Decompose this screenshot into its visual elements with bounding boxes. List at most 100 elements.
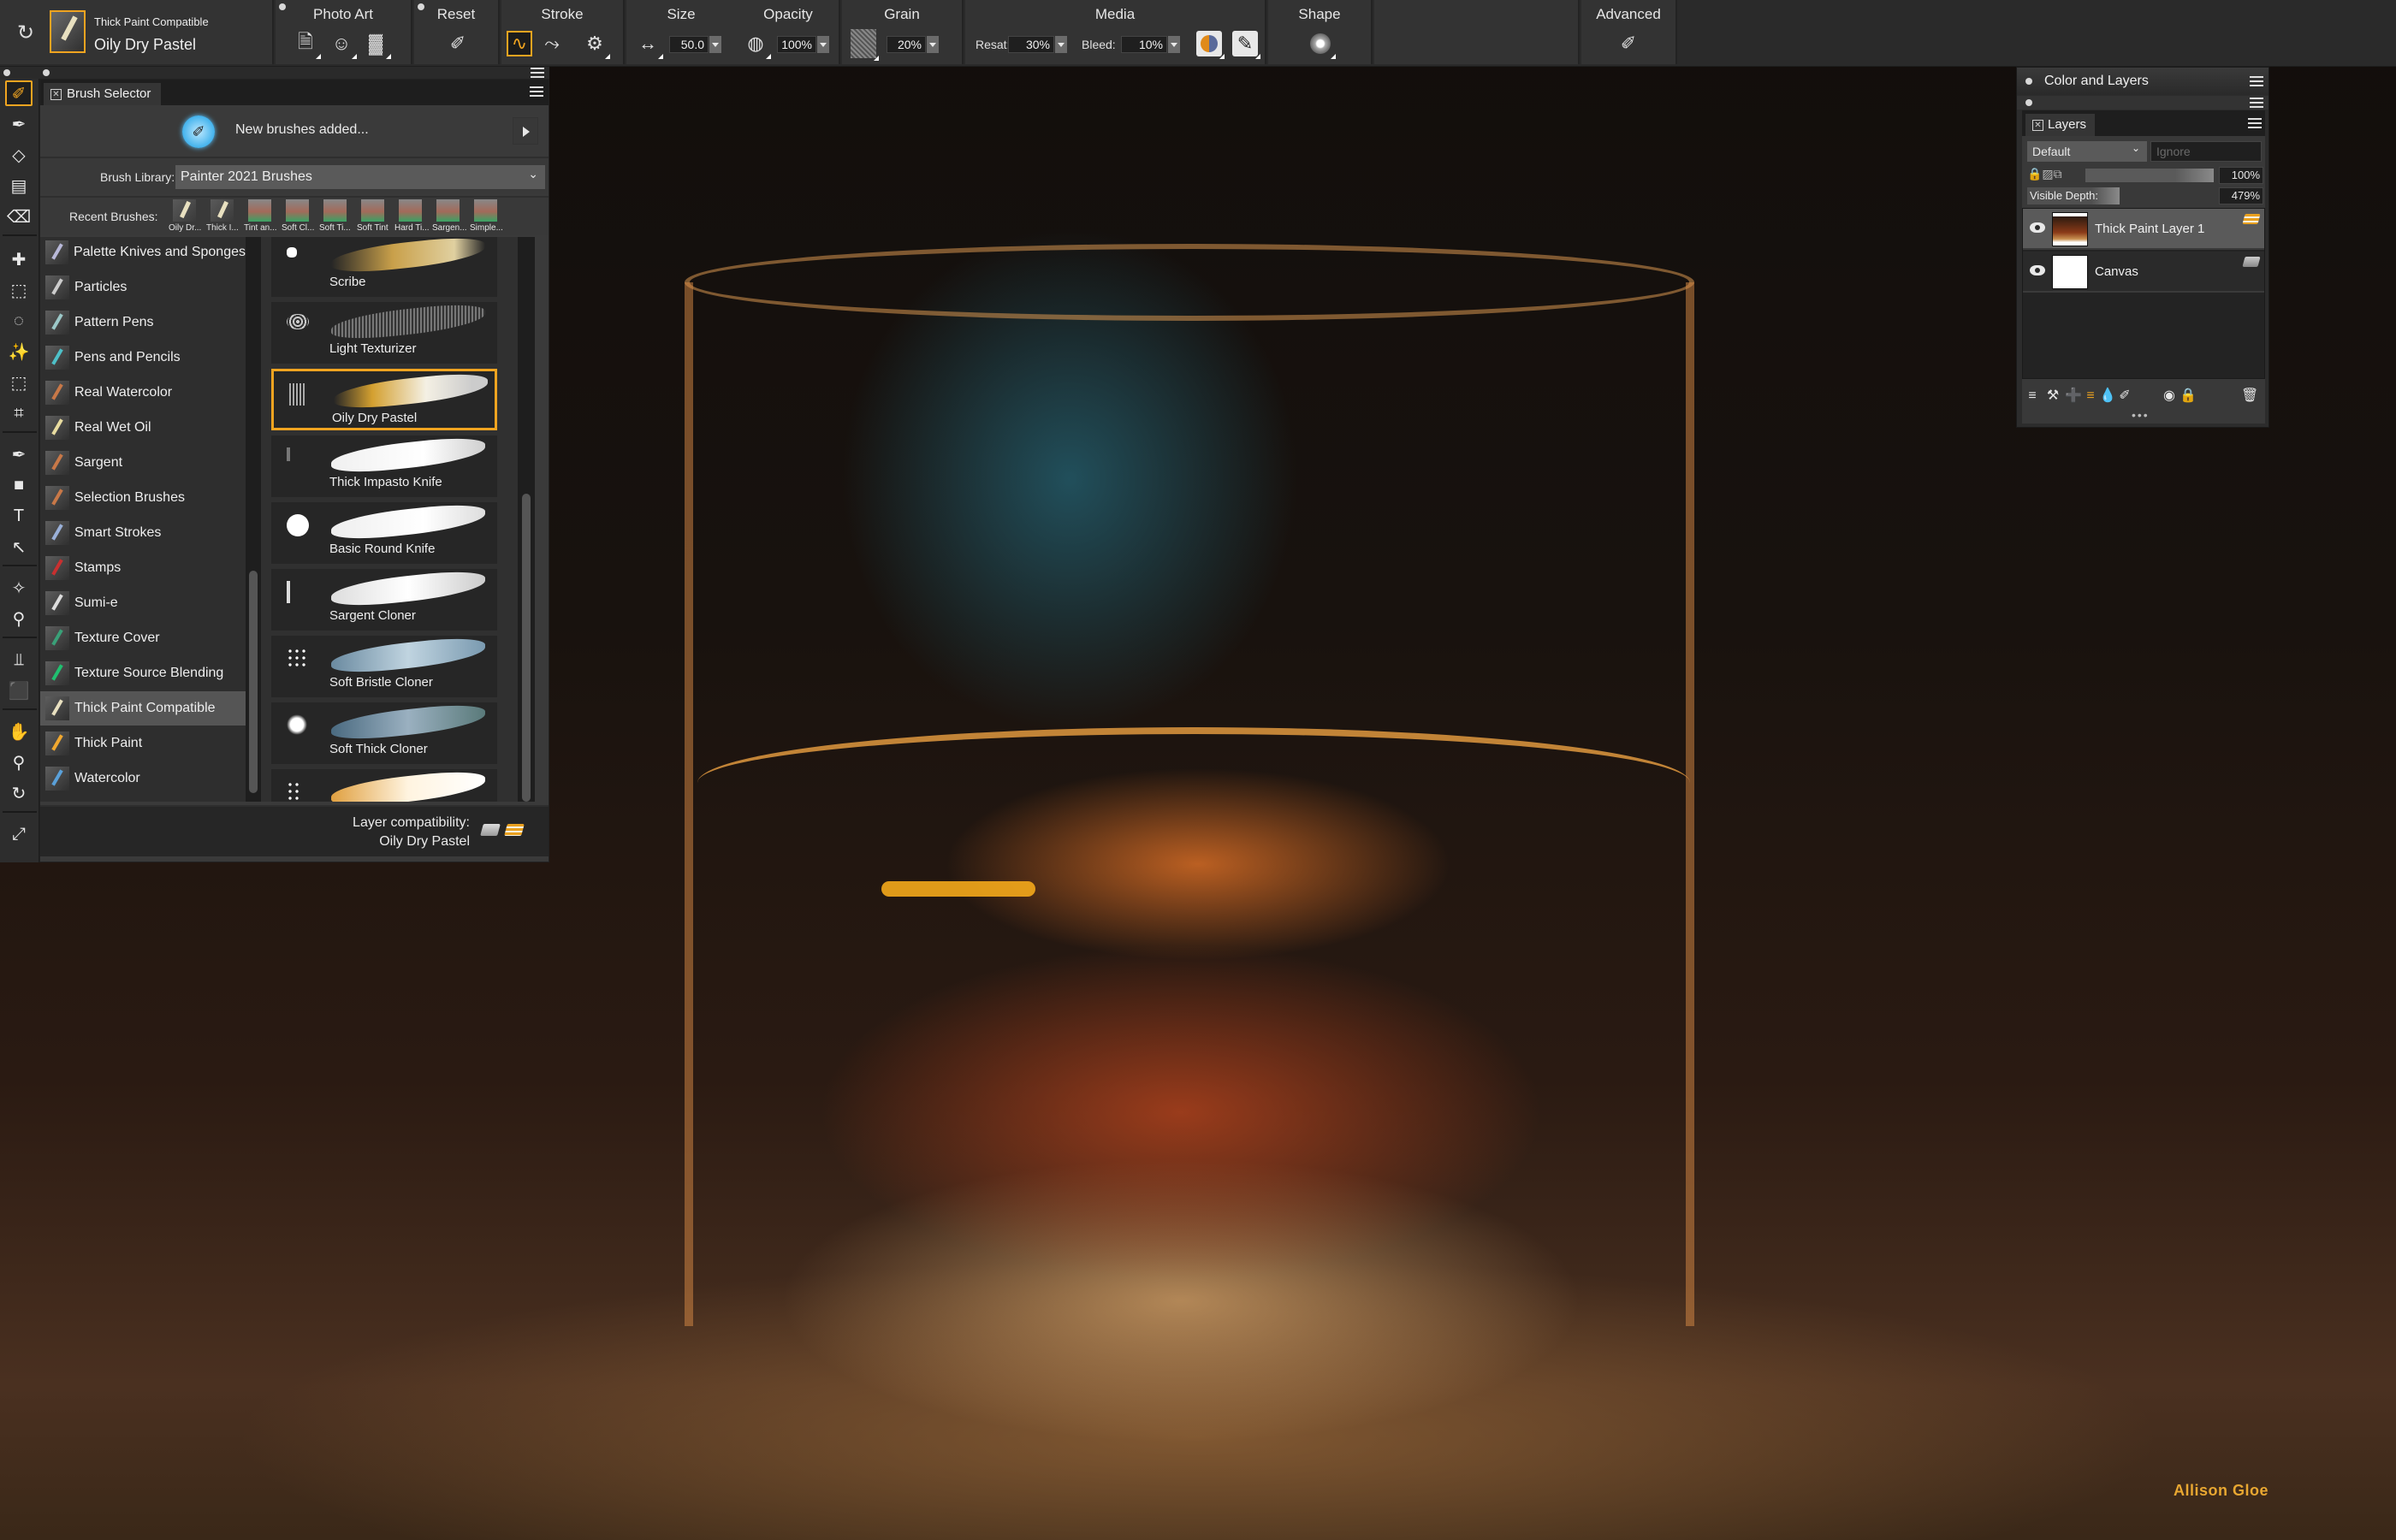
mirror-painting-tool-icon[interactable]: ⫫ — [5, 647, 33, 672]
visible-depth-value[interactable]: 479% — [2219, 187, 2263, 204]
photo-document-icon[interactable]: 🗎 — [293, 31, 321, 59]
layer-attributes-icon[interactable]: ≡ — [2024, 388, 2041, 405]
brush-category-item[interactable]: Selection Brushes — [40, 481, 246, 515]
brush-variant-card[interactable]: Soft Thick Bristle — [271, 767, 497, 802]
recent-brush-item[interactable]: Soft Cl... — [282, 198, 314, 237]
recent-brush-item[interactable]: Tint an... — [244, 198, 277, 237]
recent-brush-item[interactable]: Soft Ti... — [319, 198, 352, 237]
straight-line-stroke-icon[interactable]: ⤳ — [539, 31, 565, 56]
opacity-dropdown[interactable] — [817, 36, 829, 53]
rotate-page-tool-icon[interactable]: ↻ — [5, 780, 33, 806]
new-liquid-ink-layer-icon[interactable]: ✐ — [2116, 388, 2133, 405]
brush-category-item[interactable]: Texture Source Blending — [40, 656, 246, 690]
brush-category-item[interactable]: Sumi-e — [40, 586, 246, 620]
size-dropdown[interactable] — [709, 36, 721, 53]
brush-category-item[interactable]: Thick Paint — [40, 726, 246, 761]
stroke-settings-icon[interactable]: ⚙ — [582, 31, 610, 59]
selection-adjuster-tool-icon[interactable]: ⬚ — [5, 370, 33, 395]
layer-adjuster-tool-icon[interactable]: ✚ — [5, 246, 33, 272]
grip-dot[interactable] — [3, 69, 10, 76]
brush-variant-card[interactable]: Thick Impasto Knife — [271, 434, 497, 497]
brush-variant-card[interactable]: Light Texturizer — [271, 300, 497, 364]
brush-reset-icon[interactable]: ↻ — [17, 21, 34, 45]
close-tab-icon[interactable]: ✕ — [2032, 119, 2043, 131]
tab-layers[interactable]: ✕ Layers — [2025, 114, 2096, 136]
category-scrollbar[interactable] — [246, 237, 261, 802]
recent-brush-item[interactable]: Hard Ti... — [394, 198, 429, 237]
shape-selection-tool-icon[interactable]: ↖ — [5, 534, 33, 560]
brush-variant-card[interactable]: Soft Thick Cloner — [271, 701, 497, 764]
new-brushes-banner[interactable]: ✐ New brushes added... — [40, 109, 549, 153]
blend-mode-select[interactable]: Default — [2027, 138, 2147, 162]
resat-dropdown[interactable] — [1055, 36, 1067, 53]
shape-tool-icon[interactable]: ■ — [5, 472, 33, 498]
color-variability-icon[interactable] — [1196, 31, 1225, 59]
dynamic-plugins-icon[interactable]: ⚒ — [2044, 388, 2061, 405]
grabber-tool-icon[interactable]: ✋ — [5, 719, 33, 744]
size-icon[interactable]: ↔ — [635, 31, 663, 59]
grain-dropdown[interactable] — [927, 36, 939, 53]
layer-row[interactable]: Thick Paint Layer 1 — [2023, 209, 2264, 250]
brush-tool-icon[interactable]: ✐ — [5, 80, 33, 106]
brush-selector-menu-icon[interactable] — [530, 86, 543, 97]
bleed-field[interactable]: 10% — [1121, 36, 1167, 53]
brush-category-item[interactable]: Real Watercolor — [40, 376, 246, 410]
layers-group-header[interactable] — [2017, 96, 2268, 110]
color-and-layers-header[interactable]: Color and Layers — [2017, 68, 2268, 95]
brush-variant-card[interactable]: Oily Dry Pastel — [271, 369, 497, 430]
composite-method-select[interactable]: Ignore — [2150, 141, 2262, 162]
advanced-brush-settings-icon[interactable]: ✐ — [1616, 31, 1641, 56]
brush-variant-card[interactable]: Sargent Cloner — [271, 567, 497, 631]
size-field[interactable]: 50.0 — [669, 36, 709, 53]
new-watercolor-layer-icon[interactable]: 💧 — [2099, 388, 2116, 405]
brush-category-item[interactable]: Real Wet Oil — [40, 411, 246, 445]
brush-category-item[interactable]: Smart Strokes — [40, 516, 246, 550]
lasso-tool-icon[interactable]: ◌ — [5, 308, 33, 334]
lock-layer-icon[interactable]: 🔒 — [2180, 388, 2197, 405]
freehand-stroke-icon[interactable]: ∿ — [507, 31, 532, 56]
group-menu-icon[interactable] — [2250, 98, 2263, 108]
brush-category-item[interactable]: Pattern Pens — [40, 305, 246, 340]
perspective-guides-tool-icon[interactable]: ⬛ — [5, 678, 33, 703]
brush-variant-card[interactable]: Soft Bristle Cloner — [271, 634, 497, 697]
more-options-icon[interactable]: ••• — [2132, 408, 2150, 422]
brush-category-item[interactable]: Sargent — [40, 446, 246, 480]
rectangular-selection-tool-icon[interactable]: ⬚ — [5, 277, 33, 303]
layer-opacity-value[interactable]: 100% — [2219, 167, 2263, 184]
brush-category-item[interactable]: Stamps — [40, 551, 246, 585]
cloner-tool-icon[interactable]: ✧ — [5, 575, 33, 601]
brush-variant-card[interactable]: Scribe — [271, 237, 497, 297]
color-layers-menu-icon[interactable] — [2250, 76, 2263, 86]
layer-opacity-slider[interactable] — [2085, 169, 2214, 182]
crop-tool-icon[interactable]: ⌗ — [5, 400, 33, 426]
category-scrollbar-thumb[interactable] — [249, 571, 258, 793]
paint-bucket-tool-icon[interactable]: ◇ — [5, 142, 33, 168]
recent-brush-item[interactable]: Sargen... — [432, 198, 466, 237]
panel-grip-dot[interactable] — [2025, 99, 2032, 106]
brush-category-item[interactable]: Texture Cover — [40, 621, 246, 655]
paper-texture-icon[interactable] — [851, 29, 879, 61]
current-brush-icon[interactable] — [50, 10, 86, 53]
delete-layer-icon[interactable]: 🗑 — [2241, 388, 2258, 405]
recent-brush-item[interactable]: Simple... — [470, 198, 503, 237]
screen-mode-toggle-icon[interactable]: ⤢ — [5, 821, 33, 847]
layer-row[interactable]: Canvas — [2023, 252, 2264, 293]
layer-lock-icons[interactable]: 🔒▨⧉ — [2027, 167, 2084, 184]
brush-category-item[interactable]: Thick Paint Compatible — [40, 691, 246, 726]
grain-field[interactable]: 20% — [887, 36, 926, 53]
panel-menu-icon[interactable] — [531, 68, 544, 78]
opacity-field[interactable]: 100% — [777, 36, 816, 53]
dab-preview-icon[interactable]: ✎ — [1232, 31, 1260, 59]
opacity-icon[interactable]: ◍ — [743, 31, 771, 59]
variant-scrollbar-thumb[interactable] — [522, 494, 531, 802]
recent-brush-item[interactable]: Thick I... — [206, 198, 239, 237]
grip-dot[interactable] — [43, 69, 50, 76]
magnifier-tool-icon[interactable]: ⚲ — [5, 749, 33, 775]
layer-mask-icon[interactable]: ◉ — [2161, 388, 2178, 405]
rubber-stamp-tool-icon[interactable]: ⚲ — [5, 606, 33, 631]
layers-menu-icon[interactable] — [2248, 118, 2262, 128]
play-arrow-button[interactable] — [513, 117, 538, 145]
visible-depth-slider[interactable]: Visible Depth: — [2027, 187, 2120, 204]
brush-library-select[interactable]: Painter 2021 Brushes — [175, 162, 545, 189]
brush-category-item[interactable]: Palette Knives and Sponges — [40, 237, 246, 270]
